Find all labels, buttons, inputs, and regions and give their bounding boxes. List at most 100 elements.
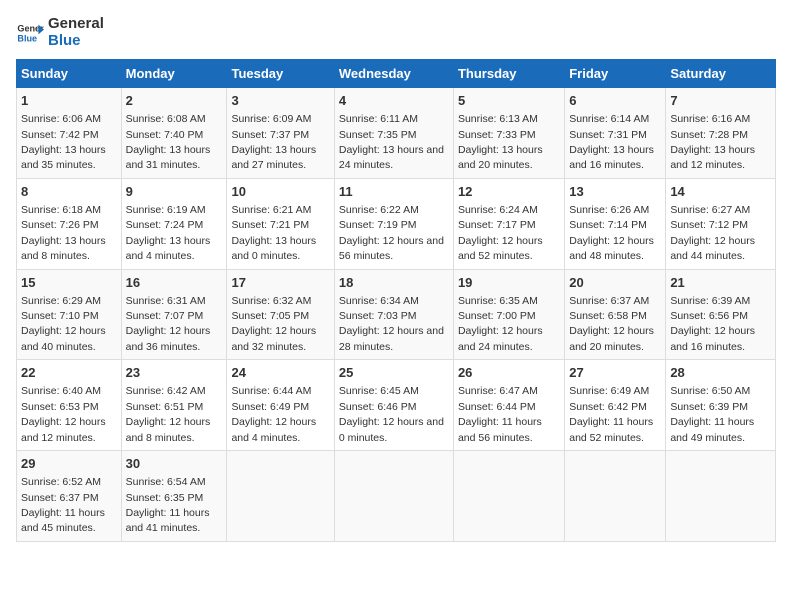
day-number: 2 (126, 92, 223, 110)
col-header-wednesday: Wednesday (334, 60, 453, 88)
calendar-cell: 11 Sunrise: 6:22 AMSunset: 7:19 PMDayligh… (334, 178, 453, 269)
calendar-week-row: 8 Sunrise: 6:18 AMSunset: 7:26 PMDaylight… (17, 178, 776, 269)
col-header-saturday: Saturday (666, 60, 776, 88)
calendar-cell: 24 Sunrise: 6:44 AMSunset: 6:49 PMDayligh… (227, 360, 334, 451)
sunrise-info: Sunrise: 6:52 AMSunset: 6:37 PMDaylight:… (21, 476, 105, 534)
sunrise-info: Sunrise: 6:09 AMSunset: 7:37 PMDaylight:… (231, 113, 316, 171)
calendar-cell: 17Sunrise: 6:32 AMSunset: 7:05 PMDayligh… (227, 269, 334, 360)
calendar-cell: 28 Sunrise: 6:50 AMSunset: 6:39 PMDayligh… (666, 360, 776, 451)
calendar-cell: 12Sunrise: 6:24 AMSunset: 7:17 PMDayligh… (453, 178, 564, 269)
sunrise-info: Sunrise: 6:39 AMSunset: 6:56 PMDaylight:… (670, 295, 755, 353)
logo: General Blue General Blue (16, 16, 104, 49)
calendar-cell: 25 Sunrise: 6:45 AMSunset: 6:46 PMDayligh… (334, 360, 453, 451)
sunrise-info: Sunrise: 6:34 AMSunset: 7:03 PMDaylight:… (339, 295, 444, 353)
logo-general: General (48, 16, 104, 33)
calendar-cell: 27Sunrise: 6:49 AMSunset: 6:42 PMDayligh… (565, 360, 666, 451)
day-number: 5 (458, 92, 560, 110)
day-number: 23 (126, 364, 223, 382)
day-number: 24 (231, 364, 329, 382)
day-number: 26 (458, 364, 560, 382)
calendar-cell: 21 Sunrise: 6:39 AMSunset: 6:56 PMDayligh… (666, 269, 776, 360)
sunrise-info: Sunrise: 6:44 AMSunset: 6:49 PMDaylight:… (231, 385, 316, 443)
calendar-cell (666, 451, 776, 542)
calendar-cell (334, 451, 453, 542)
day-number: 12 (458, 183, 560, 201)
calendar-cell: 29 Sunrise: 6:52 AMSunset: 6:37 PMDayligh… (17, 451, 122, 542)
sunrise-info: Sunrise: 6:26 AMSunset: 7:14 PMDaylight:… (569, 204, 654, 262)
calendar-cell (453, 451, 564, 542)
sunrise-info: Sunrise: 6:50 AMSunset: 6:39 PMDaylight:… (670, 385, 754, 443)
day-number: 28 (670, 364, 771, 382)
calendar-cell: 18 Sunrise: 6:34 AMSunset: 7:03 PMDayligh… (334, 269, 453, 360)
day-number: 29 (21, 455, 117, 473)
calendar-cell: 22 Sunrise: 6:40 AMSunset: 6:53 PMDayligh… (17, 360, 122, 451)
calendar-cell: 19 Sunrise: 6:35 AMSunset: 7:00 PMDayligh… (453, 269, 564, 360)
day-number: 8 (21, 183, 117, 201)
col-header-thursday: Thursday (453, 60, 564, 88)
col-header-monday: Monday (121, 60, 227, 88)
col-header-tuesday: Tuesday (227, 60, 334, 88)
calendar-cell (565, 451, 666, 542)
sunrise-info: Sunrise: 6:27 AMSunset: 7:12 PMDaylight:… (670, 204, 755, 262)
calendar-cell: 26 Sunrise: 6:47 AMSunset: 6:44 PMDayligh… (453, 360, 564, 451)
calendar-cell: 7 Sunrise: 6:16 AMSunset: 7:28 PMDaylight… (666, 88, 776, 179)
day-number: 25 (339, 364, 449, 382)
sunrise-info: Sunrise: 6:37 AMSunset: 6:58 PMDaylight:… (569, 295, 654, 353)
calendar-cell: 9Sunrise: 6:19 AMSunset: 7:24 PMDaylight… (121, 178, 227, 269)
day-number: 18 (339, 274, 449, 292)
svg-text:Blue: Blue (17, 33, 37, 43)
col-header-friday: Friday (565, 60, 666, 88)
logo-blue: Blue (48, 33, 104, 50)
calendar-cell: 23Sunrise: 6:42 AMSunset: 6:51 PMDayligh… (121, 360, 227, 451)
calendar-table: SundayMondayTuesdayWednesdayThursdayFrid… (16, 59, 776, 542)
sunrise-info: Sunrise: 6:29 AMSunset: 7:10 PMDaylight:… (21, 295, 106, 353)
day-number: 30 (126, 455, 223, 473)
sunrise-info: Sunrise: 6:18 AMSunset: 7:26 PMDaylight:… (21, 204, 106, 262)
day-number: 10 (231, 183, 329, 201)
sunrise-info: Sunrise: 6:45 AMSunset: 6:46 PMDaylight:… (339, 385, 444, 443)
day-number: 22 (21, 364, 117, 382)
day-number: 11 (339, 183, 449, 201)
sunrise-info: Sunrise: 6:14 AMSunset: 7:31 PMDaylight:… (569, 113, 654, 171)
sunrise-info: Sunrise: 6:40 AMSunset: 6:53 PMDaylight:… (21, 385, 106, 443)
sunrise-info: Sunrise: 6:11 AMSunset: 7:35 PMDaylight:… (339, 113, 444, 171)
day-number: 19 (458, 274, 560, 292)
calendar-week-row: 15 Sunrise: 6:29 AMSunset: 7:10 PMDayligh… (17, 269, 776, 360)
sunrise-info: Sunrise: 6:16 AMSunset: 7:28 PMDaylight:… (670, 113, 755, 171)
sunrise-info: Sunrise: 6:08 AMSunset: 7:40 PMDaylight:… (126, 113, 211, 171)
sunrise-info: Sunrise: 6:21 AMSunset: 7:21 PMDaylight:… (231, 204, 316, 262)
sunrise-info: Sunrise: 6:54 AMSunset: 6:35 PMDaylight:… (126, 476, 210, 534)
sunrise-info: Sunrise: 6:22 AMSunset: 7:19 PMDaylight:… (339, 204, 444, 262)
sunrise-info: Sunrise: 6:35 AMSunset: 7:00 PMDaylight:… (458, 295, 543, 353)
day-number: 9 (126, 183, 223, 201)
calendar-cell: 30 Sunrise: 6:54 AMSunset: 6:35 PMDayligh… (121, 451, 227, 542)
sunrise-info: Sunrise: 6:32 AMSunset: 7:05 PMDaylight:… (231, 295, 316, 353)
day-number: 27 (569, 364, 661, 382)
calendar-cell: 16 Sunrise: 6:31 AMSunset: 7:07 PMDayligh… (121, 269, 227, 360)
calendar-cell: 8 Sunrise: 6:18 AMSunset: 7:26 PMDaylight… (17, 178, 122, 269)
calendar-week-row: 22 Sunrise: 6:40 AMSunset: 6:53 PMDayligh… (17, 360, 776, 451)
day-number: 15 (21, 274, 117, 292)
day-number: 14 (670, 183, 771, 201)
calendar-header-row: SundayMondayTuesdayWednesdayThursdayFrid… (17, 60, 776, 88)
calendar-cell: 2 Sunrise: 6:08 AMSunset: 7:40 PMDaylight… (121, 88, 227, 179)
day-number: 7 (670, 92, 771, 110)
sunrise-info: Sunrise: 6:31 AMSunset: 7:07 PMDaylight:… (126, 295, 211, 353)
day-number: 21 (670, 274, 771, 292)
calendar-cell: 1Sunrise: 6:06 AMSunset: 7:42 PMDaylight… (17, 88, 122, 179)
sunrise-info: Sunrise: 6:06 AMSunset: 7:42 PMDaylight:… (21, 113, 106, 171)
calendar-cell: 20Sunrise: 6:37 AMSunset: 6:58 PMDayligh… (565, 269, 666, 360)
calendar-cell: 6Sunrise: 6:14 AMSunset: 7:31 PMDaylight… (565, 88, 666, 179)
calendar-cell: 5 Sunrise: 6:13 AMSunset: 7:33 PMDaylight… (453, 88, 564, 179)
calendar-week-row: 29 Sunrise: 6:52 AMSunset: 6:37 PMDayligh… (17, 451, 776, 542)
calendar-cell: 10 Sunrise: 6:21 AMSunset: 7:21 PMDayligh… (227, 178, 334, 269)
page-header: General Blue General Blue (16, 16, 776, 49)
day-number: 4 (339, 92, 449, 110)
day-number: 3 (231, 92, 329, 110)
col-header-sunday: Sunday (17, 60, 122, 88)
calendar-cell: 14 Sunrise: 6:27 AMSunset: 7:12 PMDayligh… (666, 178, 776, 269)
sunrise-info: Sunrise: 6:13 AMSunset: 7:33 PMDaylight:… (458, 113, 543, 171)
day-number: 16 (126, 274, 223, 292)
sunrise-info: Sunrise: 6:47 AMSunset: 6:44 PMDaylight:… (458, 385, 542, 443)
calendar-cell: 13Sunrise: 6:26 AMSunset: 7:14 PMDayligh… (565, 178, 666, 269)
